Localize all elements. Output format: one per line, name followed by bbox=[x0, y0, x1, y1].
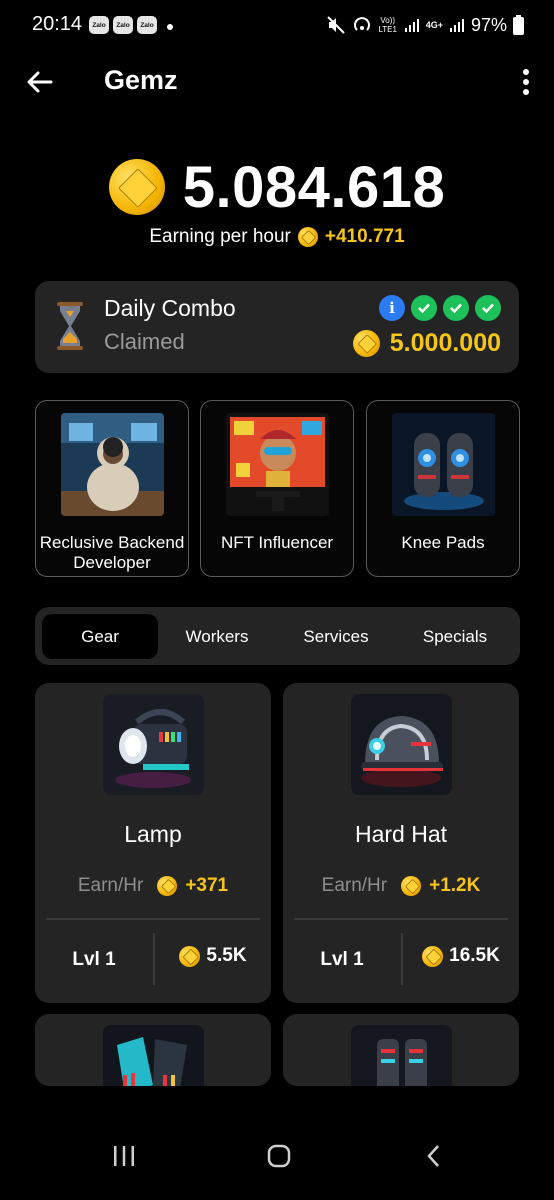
volte-label: Vo)) LTE1 bbox=[378, 16, 397, 34]
earning-label: Earning per hour bbox=[149, 226, 291, 247]
notification-dot-icon bbox=[167, 24, 173, 30]
combo-cards: Reclusive Backend Developer NFT Influenc… bbox=[35, 400, 520, 577]
signal-icon bbox=[404, 19, 419, 32]
arrow-left-icon bbox=[27, 71, 53, 93]
item-level: Lvl 1 bbox=[72, 949, 116, 970]
earn-value: +1.2K bbox=[429, 875, 481, 896]
signal-icon bbox=[449, 19, 464, 32]
combo-card[interactable]: Reclusive Backend Developer bbox=[35, 400, 189, 577]
tab-workers[interactable]: Workers bbox=[159, 614, 275, 659]
combo-card-label: Reclusive Backend Developer bbox=[39, 533, 185, 572]
item-card-hard-hat[interactable]: Hard Hat Earn/Hr +1.2K Lvl 1 16.5K bbox=[283, 683, 519, 1003]
status-time: 20:14 bbox=[32, 13, 83, 35]
network-type-label: 4G+ bbox=[425, 20, 443, 30]
gloves-image bbox=[103, 1025, 204, 1086]
check-icon bbox=[475, 295, 501, 321]
recent-apps-button[interactable] bbox=[104, 1136, 144, 1176]
developer-image bbox=[61, 413, 164, 516]
coin-icon bbox=[157, 876, 178, 896]
daily-combo-card[interactable]: Daily Combo Claimed i 5.000.000 bbox=[35, 281, 519, 373]
cost-value: 16.5K bbox=[449, 945, 500, 966]
combo-progress: i bbox=[379, 295, 501, 321]
system-nav-bar bbox=[0, 1086, 554, 1200]
coin-icon bbox=[108, 159, 165, 215]
check-icon bbox=[411, 295, 437, 321]
coin-icon bbox=[422, 945, 444, 967]
status-indicators: Vo)) LTE1 4G+ 97% bbox=[326, 12, 524, 38]
back-nav-button[interactable] bbox=[414, 1136, 454, 1176]
daily-combo-title: Daily Combo bbox=[104, 295, 236, 321]
back-button[interactable] bbox=[22, 64, 58, 100]
home-icon bbox=[267, 1144, 291, 1168]
item-earn: Earn/Hr +1.2K bbox=[283, 875, 519, 897]
divider bbox=[46, 918, 260, 920]
combo-card[interactable]: NFT Influencer bbox=[200, 400, 354, 577]
more-menu-button[interactable] bbox=[520, 66, 532, 98]
item-name: Hard Hat bbox=[354, 821, 448, 847]
mute-icon bbox=[326, 16, 345, 34]
tab-gear[interactable]: Gear bbox=[42, 614, 158, 659]
nft-influencer-image bbox=[226, 413, 329, 516]
hotspot-icon bbox=[353, 17, 370, 31]
item-earn: Earn/Hr +371 bbox=[35, 875, 271, 897]
earning-value: +410.771 bbox=[324, 226, 405, 247]
home-button[interactable] bbox=[259, 1136, 299, 1176]
item-card-gloves[interactable] bbox=[35, 1014, 271, 1086]
balance-display: 5.084.618 bbox=[0, 150, 554, 224]
earning-per-hour: Earning per hour +410.771 bbox=[0, 226, 554, 248]
combo-card-label: Knee Pads bbox=[401, 533, 485, 552]
coin-icon bbox=[401, 876, 422, 896]
check-icon bbox=[443, 295, 469, 321]
chevron-left-icon bbox=[427, 1145, 439, 1167]
item-card-lamp[interactable]: Lamp Earn/Hr +371 Lvl 1 5.5K bbox=[35, 683, 271, 1003]
earn-value: +371 bbox=[185, 875, 229, 896]
status-bar: 20:14 Zalo Zalo Zalo Vo)) LTE1 4G+ 97% bbox=[0, 0, 554, 52]
item-cost: 5.5K bbox=[155, 945, 271, 967]
coin-icon bbox=[352, 330, 380, 357]
coin-icon bbox=[297, 227, 318, 247]
item-name: Lamp bbox=[124, 821, 182, 847]
battery-percent: 97% bbox=[470, 14, 507, 35]
combo-card[interactable]: Knee Pads bbox=[366, 400, 520, 577]
page-title: Gemz bbox=[104, 65, 178, 95]
divider bbox=[294, 918, 508, 920]
more-vertical-icon bbox=[523, 69, 529, 75]
coin-icon bbox=[179, 945, 201, 967]
tab-specials[interactable]: Specials bbox=[397, 614, 513, 659]
info-icon[interactable]: i bbox=[379, 295, 405, 321]
balance-value: 5.084.618 bbox=[182, 154, 446, 220]
earn-label: Earn/Hr bbox=[321, 875, 388, 896]
combo-card-label: NFT Influencer bbox=[220, 533, 334, 552]
hourglass-icon bbox=[57, 302, 83, 350]
earn-label: Earn/Hr bbox=[77, 875, 144, 896]
category-tabs: Gear Workers Services Specials bbox=[35, 607, 520, 665]
item-card-boots[interactable] bbox=[283, 1014, 519, 1086]
hard-hat-image bbox=[351, 694, 452, 795]
cost-value: 5.5K bbox=[206, 945, 247, 966]
daily-combo-status: Claimed bbox=[104, 329, 185, 354]
battery-icon bbox=[513, 15, 524, 35]
daily-combo-reward: 5.000.000 bbox=[352, 329, 501, 358]
zalo-notification-icon: Zalo bbox=[113, 16, 133, 34]
boots-image bbox=[351, 1025, 452, 1086]
lamp-image bbox=[103, 694, 204, 795]
recent-apps-icon bbox=[114, 1146, 134, 1166]
zalo-notification-icon: Zalo bbox=[137, 16, 157, 34]
tab-services[interactable]: Services bbox=[278, 614, 394, 659]
item-level: Lvl 1 bbox=[320, 949, 364, 970]
item-cost: 16.5K bbox=[403, 945, 519, 967]
reward-value: 5.000.000 bbox=[389, 329, 501, 357]
knee-pads-image bbox=[392, 413, 495, 516]
zalo-notification-icon: Zalo bbox=[89, 16, 109, 34]
app-bar: Gemz bbox=[0, 52, 554, 112]
